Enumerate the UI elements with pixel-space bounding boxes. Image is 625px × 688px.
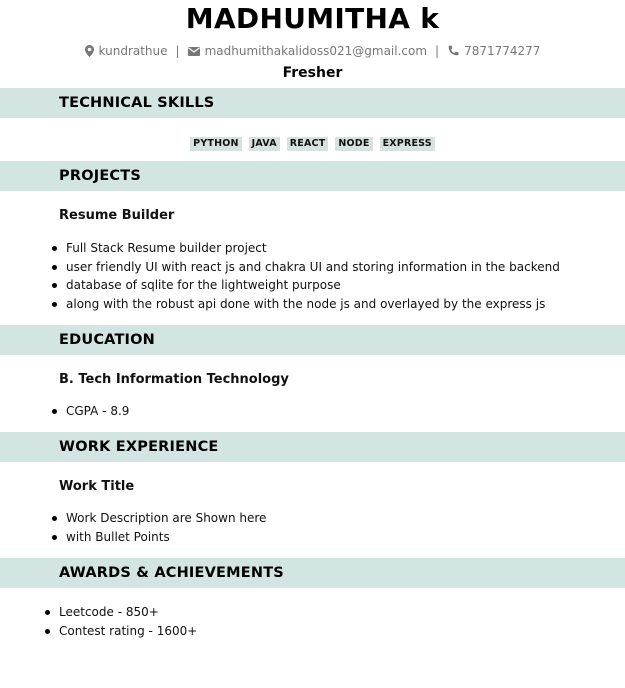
list-item: Work Description are Shown here — [52, 509, 266, 528]
skill-tag: NODE — [335, 137, 373, 151]
section-title: AWARDS & ACHIEVEMENTS — [59, 565, 284, 581]
envelope-icon — [187, 46, 200, 56]
list-item: along with the robust api done with the … — [52, 295, 560, 314]
projects-section-header: PROJECTS — [0, 161, 625, 191]
map-pin-icon — [84, 45, 94, 57]
list-item: Full Stack Resume builder project — [52, 239, 560, 258]
awards-section-header: AWARDS & ACHIEVEMENTS — [0, 558, 625, 588]
skill-tag: JAVA — [248, 137, 280, 151]
skills-list: PYTHON JAVA REACT NODE EXPRESS — [0, 137, 625, 151]
experience-section-header: WORK EXPERIENCE — [0, 432, 625, 462]
skill-tag: REACT — [286, 137, 329, 151]
section-title: EDUCATION — [59, 332, 156, 348]
email-text: madhumithakalidoss021@gmail.com — [204, 44, 428, 58]
project-title: Resume Builder — [59, 208, 175, 223]
separator: | — [435, 44, 440, 58]
degree-title: B. Tech Information Technology — [59, 372, 289, 387]
list-item: Leetcode - 850+ — [45, 603, 197, 622]
contact-line: kundrathue | madhumithakalidoss021@gmail… — [0, 44, 625, 58]
section-title: TECHNICAL SKILLS — [59, 95, 215, 111]
skill-tag: PYTHON — [190, 137, 242, 151]
project-bullets: Full Stack Resume builder project user f… — [52, 239, 560, 314]
candidate-name: MADHUMITHA k — [185, 2, 440, 35]
job-title: Work Title — [59, 479, 135, 494]
phone-item[interactable]: 7871774277 — [447, 44, 540, 58]
education-section-header: EDUCATION — [0, 325, 625, 355]
education-bullets: CGPA - 8.9 — [52, 402, 129, 421]
list-item: database of sqlite for the lightweight p… — [52, 276, 560, 295]
skills-section-header: TECHNICAL SKILLS — [0, 88, 625, 118]
phone-icon — [447, 45, 459, 57]
list-item: CGPA - 8.9 — [52, 402, 129, 421]
skill-tag: EXPRESS — [379, 137, 435, 151]
role-title: Fresher — [282, 65, 343, 81]
section-title: PROJECTS — [59, 168, 141, 184]
list-item: user friendly UI with react js and chakr… — [52, 258, 560, 277]
resume-page: MADHUMITHA k kundrathue | madhumithakali… — [0, 0, 625, 688]
location-item: kundrathue — [84, 44, 168, 58]
location-text: kundrathue — [98, 44, 168, 58]
section-title: WORK EXPERIENCE — [59, 439, 219, 455]
experience-bullets: Work Description are Shown here with Bul… — [52, 509, 266, 546]
email-item[interactable]: madhumithakalidoss021@gmail.com — [187, 44, 428, 58]
awards-bullets: Leetcode - 850+ Contest rating - 1600+ — [45, 603, 197, 640]
list-item: Contest rating - 1600+ — [45, 622, 197, 641]
separator: | — [175, 44, 180, 58]
list-item: with Bullet Points — [52, 528, 266, 547]
phone-text: 7871774277 — [464, 44, 541, 58]
